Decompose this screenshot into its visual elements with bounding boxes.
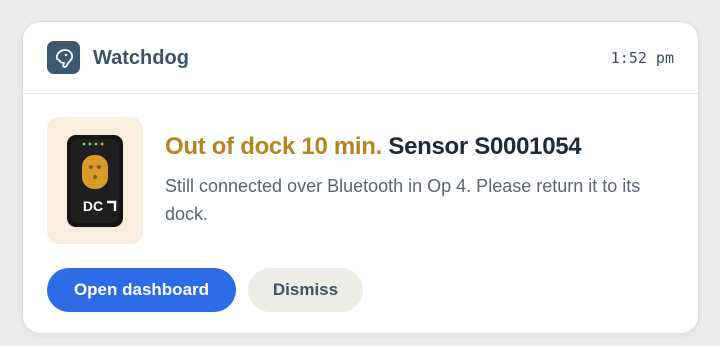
notification-body: Still connected over Bluetooth in Op 4. … xyxy=(165,176,641,224)
device-logo-text: DC xyxy=(83,198,103,214)
sensor-device-thumbnail: DC xyxy=(47,117,143,244)
sensor-id-text: Sensor S0001054 xyxy=(388,133,582,160)
dock-alert-text: Out of dock 10 min. xyxy=(165,133,382,160)
dismiss-button[interactable]: Dismiss xyxy=(248,268,363,312)
dog-head-icon xyxy=(47,41,80,74)
notification-card: Watchdog 1:52 pm DC Out of dock 10 min. … xyxy=(22,21,699,334)
app-name: Watchdog xyxy=(93,47,189,69)
open-dashboard-button[interactable]: Open dashboard xyxy=(47,268,236,312)
notification-title: Out of dock 10 min. Sensor S0001054 xyxy=(165,132,582,162)
notification-time: 1:52 pm xyxy=(610,49,674,67)
notification-header: Watchdog 1:52 pm xyxy=(23,22,698,94)
